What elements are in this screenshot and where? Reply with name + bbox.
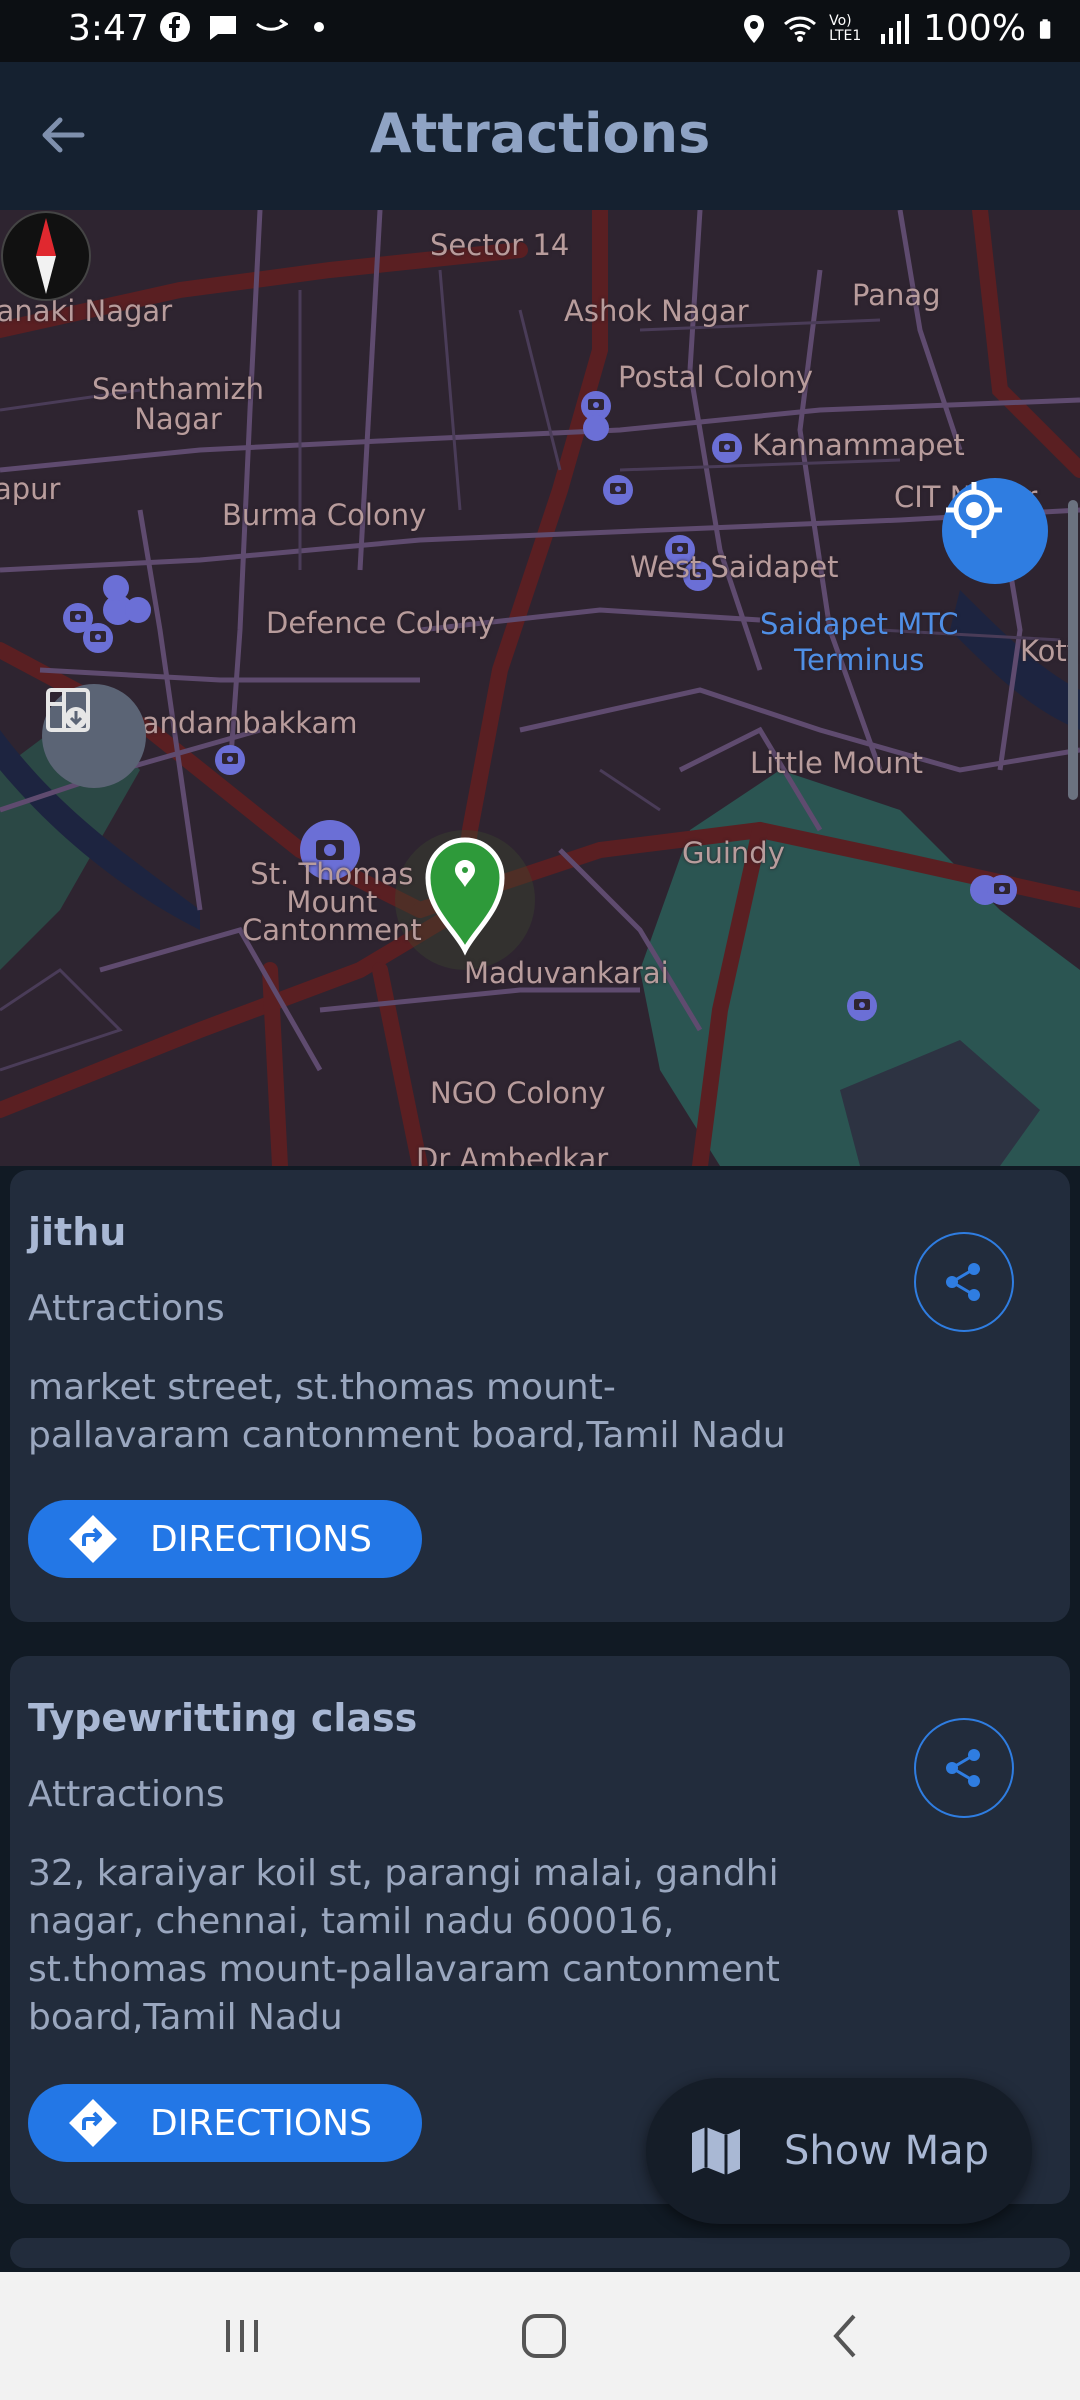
map-label-senthamizh-nagar: Senthamizh Nagar xyxy=(92,372,265,436)
my-location-button[interactable] xyxy=(942,478,1048,584)
system-nav-bar xyxy=(0,2272,1080,2400)
result-card[interactable] xyxy=(10,2238,1070,2268)
map-label-defence-colony: Defence Colony xyxy=(266,606,495,640)
offline-map-button[interactable] xyxy=(42,684,146,788)
page-title: Attractions xyxy=(369,102,711,165)
battery-icon xyxy=(1039,18,1051,39)
place-address: 32, karaiyar koil st, parangi malai, gan… xyxy=(28,1853,780,2038)
volte-icon: Vo) LTE1 xyxy=(829,12,862,44)
message-icon xyxy=(210,16,236,40)
place-name: jithu xyxy=(28,1210,127,1254)
dot-icon xyxy=(314,22,324,32)
location-icon xyxy=(744,14,765,43)
place-category: Attractions xyxy=(28,1288,225,1329)
map-view[interactable]: Sector 14 Janaki Nagar Ashok Nagar Panag… xyxy=(0,210,1080,1166)
status-time: 3:47 xyxy=(68,8,149,49)
back-icon[interactable] xyxy=(816,2308,876,2364)
map-label-guindy: Guindy xyxy=(682,836,785,870)
show-map-label: Show Map xyxy=(784,2128,990,2174)
directions-label: DIRECTIONS xyxy=(150,2102,372,2144)
map-label-postal-colony: Postal Colony xyxy=(618,360,814,394)
map-label-dr-ambedkar: Dr Ambedkar xyxy=(416,1142,609,1166)
battery-percent: 100% xyxy=(923,8,1026,49)
map-label-kannammapet: Kannammapet xyxy=(752,428,965,462)
map-label-nandambakkam: Nandambakkam xyxy=(120,706,358,740)
map-label-panag: Panag xyxy=(852,278,941,312)
result-card[interactable]: jithu Attractions market street, st.thom… xyxy=(10,1170,1070,1622)
map-label-saidapet-mtc: Saidapet MTC Terminus xyxy=(760,607,959,677)
map-label-apur: apur xyxy=(0,472,61,506)
map-download-icon xyxy=(46,688,90,732)
compass-icon[interactable] xyxy=(0,210,92,302)
facebook-icon xyxy=(160,12,190,42)
map-label-west-saidapet: West Saidapet xyxy=(630,550,839,584)
map-icon xyxy=(692,2127,740,2175)
amazon-icon xyxy=(256,18,288,31)
share-icon xyxy=(946,1263,980,1301)
directions-label: DIRECTIONS xyxy=(150,1518,372,1560)
map-roads xyxy=(0,210,1080,1166)
wifi-icon xyxy=(784,16,817,42)
directions-icon xyxy=(69,2099,117,2147)
directions-icon xyxy=(69,1515,117,1563)
map-label-st-thomas-mount: St. Thomas Mount Cantonment xyxy=(242,857,422,947)
map-label-ngo-colony: NGO Colony xyxy=(430,1076,606,1110)
directions-button[interactable]: DIRECTIONS xyxy=(28,1500,422,1578)
signal-icon xyxy=(881,13,910,44)
place-category: Attractions xyxy=(28,1774,225,1815)
status-bar: 3:47 Vo) LTE1 100% xyxy=(0,0,1080,62)
place-address: market street, st.thomas mount-pallavara… xyxy=(28,1367,786,1456)
share-button[interactable] xyxy=(914,1232,1014,1332)
place-name: Typewritting class xyxy=(28,1696,418,1740)
map-label-burma-colony: Burma Colony xyxy=(222,498,427,532)
map-side-scroll[interactable] xyxy=(1068,500,1078,800)
map-label-maduvankarai: Maduvankarai xyxy=(464,956,669,990)
crosshair-icon xyxy=(946,482,1002,538)
share-button[interactable] xyxy=(914,1718,1014,1818)
map-label-little-mount: Little Mount xyxy=(750,746,923,780)
show-map-button[interactable]: Show Map xyxy=(646,2078,1032,2224)
share-icon xyxy=(946,1749,980,1787)
home-icon[interactable] xyxy=(514,2308,574,2364)
app-bar: Attractions xyxy=(0,62,1080,210)
map-label-sector14: Sector 14 xyxy=(430,228,570,262)
map-label-ashok-nagar: Ashok Nagar xyxy=(564,294,749,328)
directions-button[interactable]: DIRECTIONS xyxy=(28,2084,422,2162)
recents-icon[interactable] xyxy=(212,2308,272,2364)
